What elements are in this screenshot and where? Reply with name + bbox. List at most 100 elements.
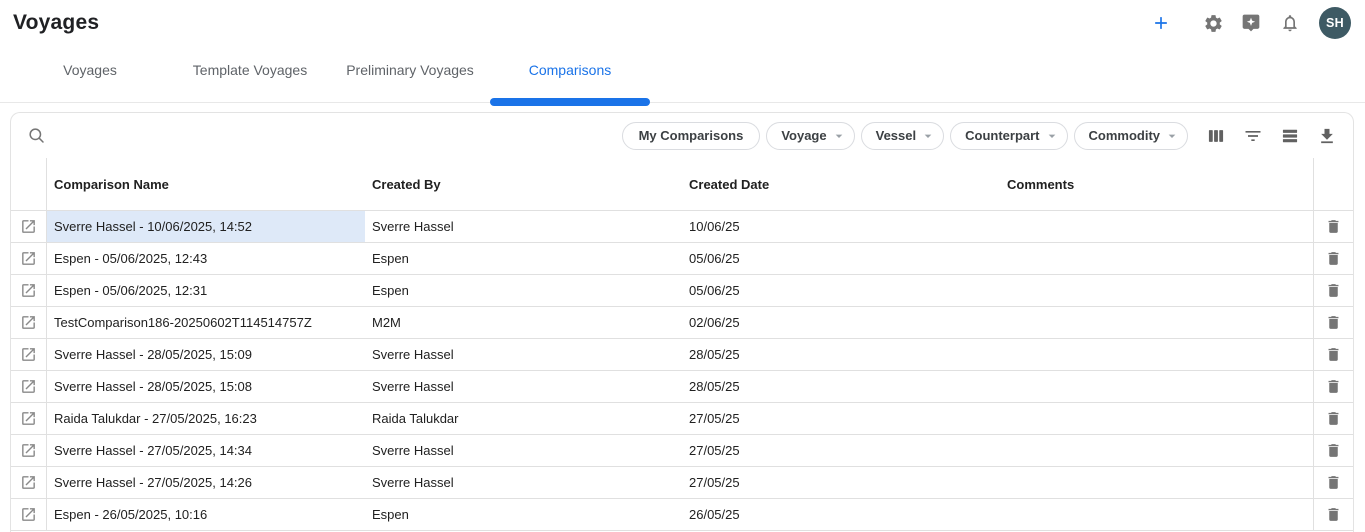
cell-created-date[interactable]: 26/05/25 — [682, 499, 1000, 530]
trash-icon — [1325, 442, 1342, 459]
delete-comparison-button[interactable] — [1313, 371, 1353, 402]
column-header-comments[interactable]: Comments — [1000, 158, 1313, 210]
cell-created-date[interactable]: 27/05/25 — [682, 435, 1000, 466]
cell-comments[interactable] — [1000, 435, 1313, 466]
cell-comments[interactable] — [1000, 499, 1313, 530]
open-comparison-button[interactable] — [11, 275, 47, 306]
notifications-button[interactable] — [1278, 11, 1302, 35]
delete-comparison-button[interactable] — [1313, 275, 1353, 306]
cell-created-date[interactable]: 28/05/25 — [682, 339, 1000, 370]
trash-icon — [1325, 282, 1342, 299]
download-icon — [1317, 126, 1337, 146]
cell-comments[interactable] — [1000, 403, 1313, 434]
delete-comparison-button[interactable] — [1313, 403, 1353, 434]
cell-created-by[interactable]: Espen — [365, 243, 682, 274]
delete-comparison-button[interactable] — [1313, 211, 1353, 242]
cell-comments[interactable] — [1000, 275, 1313, 306]
cell-comparison-name[interactable]: Sverre Hassel - 27/05/2025, 14:34 — [47, 435, 365, 466]
filter-button[interactable] — [1241, 124, 1265, 148]
open-in-new-icon — [20, 250, 37, 267]
open-comparison-button[interactable] — [11, 371, 47, 402]
trash-icon — [1325, 506, 1342, 523]
search-button[interactable] — [23, 122, 51, 150]
chip-vessel-filter[interactable]: Vessel — [861, 122, 945, 150]
tab-template-voyages[interactable]: Template Voyages — [170, 46, 330, 102]
cell-comparison-name[interactable]: Espen - 05/06/2025, 12:43 — [47, 243, 365, 274]
cell-created-by[interactable]: Sverre Hassel — [365, 211, 682, 242]
cell-created-date[interactable]: 27/05/25 — [682, 403, 1000, 434]
open-comparison-button[interactable] — [11, 307, 47, 338]
table-row: Sverre Hassel - 27/05/2025, 14:26 Sverre… — [11, 467, 1353, 499]
cell-comparison-name[interactable]: Sverre Hassel - 27/05/2025, 14:26 — [47, 467, 365, 498]
cell-created-date[interactable]: 10/06/25 — [682, 211, 1000, 242]
add-button[interactable] — [1149, 11, 1173, 35]
plus-icon — [1151, 13, 1171, 33]
cell-comments[interactable] — [1000, 307, 1313, 338]
cell-created-by[interactable]: Sverre Hassel — [365, 339, 682, 370]
cell-created-date[interactable]: 28/05/25 — [682, 371, 1000, 402]
columns-button[interactable] — [1204, 124, 1228, 148]
cell-created-date[interactable]: 05/06/25 — [682, 275, 1000, 306]
chip-label: My Comparisons — [639, 128, 744, 143]
settings-button[interactable] — [1201, 11, 1225, 35]
delete-comparison-button[interactable] — [1313, 307, 1353, 338]
delete-comparison-button[interactable] — [1313, 243, 1353, 274]
delete-comparison-button[interactable] — [1313, 499, 1353, 530]
open-comparison-button[interactable] — [11, 243, 47, 274]
column-header-comparison-name[interactable]: Comparison Name — [47, 158, 365, 210]
cell-created-by[interactable]: Espen — [365, 499, 682, 530]
cell-created-by[interactable]: Sverre Hassel — [365, 435, 682, 466]
cell-comments[interactable] — [1000, 339, 1313, 370]
cell-created-date[interactable]: 27/05/25 — [682, 467, 1000, 498]
tab-preliminary-voyages[interactable]: Preliminary Voyages — [330, 46, 490, 102]
sparkle-bubble-icon — [1241, 13, 1261, 33]
open-comparison-button[interactable] — [11, 499, 47, 530]
chip-commodity-filter[interactable]: Commodity — [1074, 122, 1189, 150]
user-avatar[interactable]: SH — [1319, 7, 1351, 39]
cell-comparison-name[interactable]: Espen - 05/06/2025, 12:31 — [47, 275, 365, 306]
open-in-new-icon — [20, 218, 37, 235]
open-comparison-button[interactable] — [11, 403, 47, 434]
toolbar-icon-group — [1204, 124, 1339, 148]
cell-comparison-name[interactable]: Sverre Hassel - 10/06/2025, 14:52 — [47, 211, 365, 242]
assistant-button[interactable] — [1239, 11, 1263, 35]
cell-comparison-name[interactable]: Raida Talukdar - 27/05/2025, 16:23 — [47, 403, 365, 434]
density-button[interactable] — [1278, 124, 1302, 148]
open-comparison-button[interactable] — [11, 211, 47, 242]
column-header-created-by[interactable]: Created By — [365, 158, 682, 210]
cell-comments[interactable] — [1000, 371, 1313, 402]
tab-comparisons[interactable]: Comparisons — [490, 46, 650, 102]
delete-comparison-button[interactable] — [1313, 435, 1353, 466]
cell-comments[interactable] — [1000, 211, 1313, 242]
cell-comparison-name[interactable]: Espen - 26/05/2025, 10:16 — [47, 499, 365, 530]
delete-comparison-button[interactable] — [1313, 467, 1353, 498]
cell-created-by[interactable]: Espen — [365, 275, 682, 306]
cell-created-by[interactable]: M2M — [365, 307, 682, 338]
cell-comparison-name[interactable]: Sverre Hassel - 28/05/2025, 15:09 — [47, 339, 365, 370]
cell-created-date[interactable]: 05/06/25 — [682, 243, 1000, 274]
cell-created-date[interactable]: 02/06/25 — [682, 307, 1000, 338]
open-comparison-button[interactable] — [11, 435, 47, 466]
chip-my-comparisons[interactable]: My Comparisons — [622, 122, 761, 150]
table-row: Raida Talukdar - 27/05/2025, 16:23 Raida… — [11, 403, 1353, 435]
cell-created-by[interactable]: Sverre Hassel — [365, 371, 682, 402]
cell-created-by[interactable]: Raida Talukdar — [365, 403, 682, 434]
tab-voyages[interactable]: Voyages — [10, 46, 170, 102]
cell-comparison-name[interactable]: TestComparison186-20250602T114514757Z — [47, 307, 365, 338]
table-header-row: Comparison Name Created By Created Date … — [11, 158, 1353, 211]
delete-comparison-button[interactable] — [1313, 339, 1353, 370]
cell-comments[interactable] — [1000, 243, 1313, 274]
column-header-created-date[interactable]: Created Date — [682, 158, 1000, 210]
download-button[interactable] — [1315, 124, 1339, 148]
cell-comparison-name[interactable]: Sverre Hassel - 28/05/2025, 15:08 — [47, 371, 365, 402]
table-row: Espen - 26/05/2025, 10:16 Espen 26/05/25 — [11, 499, 1353, 531]
chip-label: Vessel — [876, 128, 917, 143]
cell-created-by[interactable]: Sverre Hassel — [365, 467, 682, 498]
cell-comments[interactable] — [1000, 467, 1313, 498]
columns-icon — [1206, 126, 1226, 146]
open-comparison-button[interactable] — [11, 467, 47, 498]
open-comparison-button[interactable] — [11, 339, 47, 370]
trash-icon — [1325, 378, 1342, 395]
chip-voyage-filter[interactable]: Voyage — [766, 122, 854, 150]
chip-counterpart-filter[interactable]: Counterpart — [950, 122, 1067, 150]
